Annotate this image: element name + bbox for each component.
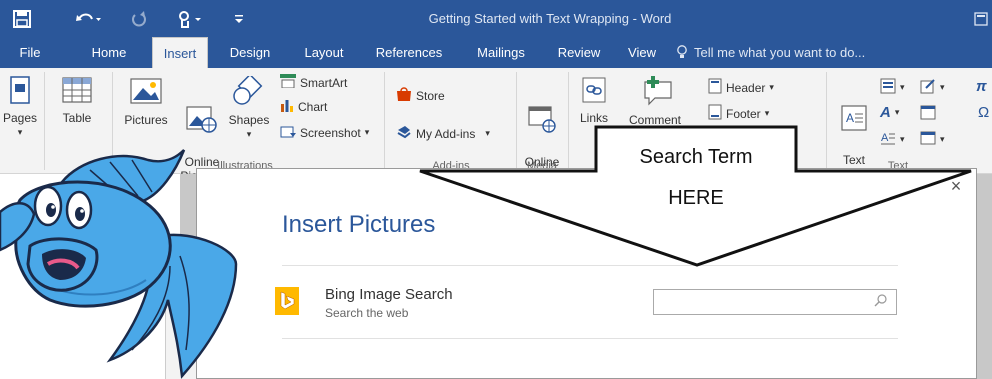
divider <box>516 72 517 170</box>
table-button[interactable]: Table <box>50 76 104 125</box>
header-button[interactable]: Header ▾ <box>708 78 774 97</box>
calendar-icon <box>920 104 936 123</box>
links-button[interactable]: Links <box>574 76 614 125</box>
tell-me-text: Tell me what you want to do... <box>694 45 866 60</box>
signature-line-button[interactable]: ▾ <box>920 78 945 97</box>
store-label: Store <box>416 88 445 103</box>
link-icon <box>574 76 614 107</box>
quick-parts-button[interactable]: ▾ <box>880 78 905 97</box>
comment-button[interactable]: Comment <box>622 76 688 127</box>
bing-image-search-label: Bing Image Search <box>325 286 453 303</box>
pictures-button[interactable]: Pictures <box>118 76 174 127</box>
smartart-icon <box>280 74 296 91</box>
undo-icon[interactable] <box>74 0 104 37</box>
ribbon: Pages ▾ Table Pictures Online Pictures S… <box>0 68 992 183</box>
signature-icon <box>920 78 936 97</box>
tab-file[interactable]: File <box>10 37 50 68</box>
divider <box>44 72 45 170</box>
equation-icon[interactable]: π <box>976 78 987 95</box>
object-icon <box>920 130 936 149</box>
bing-logo-icon <box>275 287 299 315</box>
store-button[interactable]: Store <box>396 86 445 105</box>
window-title: Getting Started with Text Wrapping - Wor… <box>428 11 672 26</box>
text-box-icon: A <box>836 90 872 135</box>
tell-me-box[interactable]: Tell me what you want to do... <box>676 37 865 68</box>
page-icon <box>2 76 38 107</box>
chart-label: Chart <box>298 99 328 114</box>
drop-cap-button[interactable]: A ▾ <box>880 130 905 149</box>
header-icon <box>708 78 722 97</box>
tab-insert[interactable]: Insert <box>152 37 208 68</box>
chart-icon <box>280 98 294 115</box>
my-addins-label: My Add-ins <box>416 126 476 141</box>
tab-layout[interactable]: Layout <box>296 37 352 68</box>
comment-icon <box>622 76 688 109</box>
divider <box>282 265 898 266</box>
customize-qat-icon[interactable] <box>230 0 248 37</box>
title-bar: Getting Started with Text Wrapping - Wor… <box>0 0 992 37</box>
quick-parts-icon <box>880 78 896 97</box>
footer-label: Footer <box>726 106 761 121</box>
footer-button[interactable]: Footer ▾ <box>708 104 769 123</box>
screenshot-button[interactable]: Screenshot ▾ <box>280 124 369 141</box>
touch-mode-icon[interactable] <box>174 0 206 37</box>
divider <box>112 72 113 170</box>
symbol-icon[interactable]: Ω <box>978 104 989 121</box>
smartart-button[interactable]: SmartArt <box>280 74 347 91</box>
shapes-button[interactable]: Shapes ▾ <box>226 73 272 141</box>
video-icon <box>520 90 564 137</box>
tab-home[interactable]: Home <box>84 37 134 68</box>
ribbon-display-icon[interactable] <box>970 0 992 37</box>
svg-text:A: A <box>846 111 854 125</box>
divider <box>568 72 569 170</box>
divider <box>282 338 898 339</box>
callout-text-line2: HERE <box>668 187 724 209</box>
save-icon[interactable] <box>8 0 36 37</box>
bing-image-search-sub: Search the web <box>325 306 409 320</box>
store-icon <box>396 86 412 105</box>
date-time-button[interactable] <box>920 104 936 123</box>
chart-button[interactable]: Chart <box>280 98 327 115</box>
wordart-icon: A <box>880 104 891 121</box>
my-addins-button[interactable]: My Add-ins ▾ <box>396 124 490 143</box>
online-picture-icon <box>176 90 228 137</box>
smartart-label: SmartArt <box>300 75 348 90</box>
divider <box>384 72 385 170</box>
lightbulb-icon <box>676 37 688 68</box>
tab-design[interactable]: Design <box>222 37 278 68</box>
pages-button[interactable]: Pages ▾ <box>2 76 38 139</box>
bing-search-input[interactable] <box>653 289 897 315</box>
tab-references[interactable]: References <box>368 37 450 68</box>
tab-view[interactable]: View <box>620 37 664 68</box>
dialog-title: Insert Pictures <box>282 211 436 238</box>
shapes-label: Shapes <box>228 113 270 127</box>
addins-icon <box>396 124 412 143</box>
tab-review[interactable]: Review <box>550 37 608 68</box>
links-label: Links <box>579 111 608 125</box>
object-button[interactable]: ▾ <box>920 130 945 149</box>
search-icon[interactable] <box>872 292 890 310</box>
picture-icon <box>118 76 174 109</box>
tab-mailings[interactable]: Mailings <box>466 37 536 68</box>
ribbon-tabs: File Home Insert Design Layout Reference… <box>0 37 992 68</box>
shapes-icon <box>226 73 272 109</box>
pages-label: Pages <box>2 111 38 125</box>
table-label: Table <box>62 111 92 125</box>
table-icon <box>50 76 104 107</box>
document-page <box>0 174 180 379</box>
callout-text-line1: Search Term <box>639 146 753 168</box>
comment-label: Comment <box>628 113 681 127</box>
insert-pictures-dialog <box>196 168 977 379</box>
wordart-button[interactable]: A ▾ <box>880 104 899 121</box>
drop-cap-icon: A <box>880 130 896 149</box>
svg-text:A: A <box>881 132 889 144</box>
divider <box>826 72 827 170</box>
screenshot-label: Screenshot <box>300 125 361 140</box>
screenshot-icon <box>280 124 296 141</box>
footer-icon <box>708 104 722 123</box>
header-label: Header <box>726 80 766 95</box>
close-icon[interactable]: × <box>948 175 964 197</box>
pictures-label: Pictures <box>124 113 168 127</box>
redo-icon[interactable] <box>128 0 150 37</box>
